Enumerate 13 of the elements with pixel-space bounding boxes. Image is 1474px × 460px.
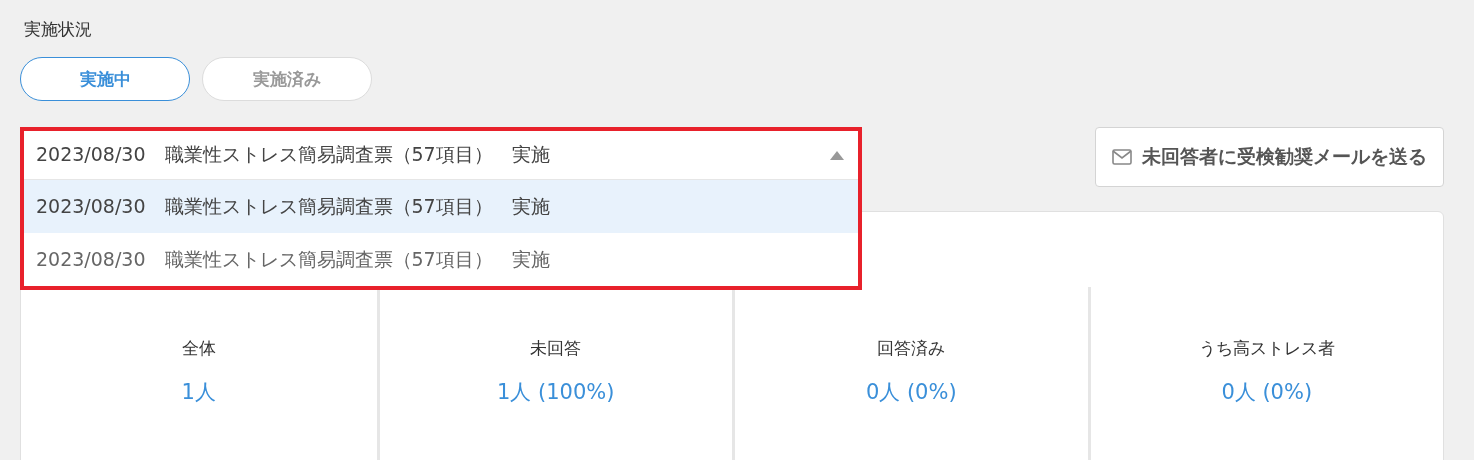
stat-label: うち高ストレス者: [1198, 337, 1335, 360]
stat-value: 1人: [181, 379, 216, 406]
caret-icon: [830, 150, 844, 160]
stat-label: 回答済み: [877, 337, 946, 360]
send-reminder-button[interactable]: 未回答者に受検勧奨メールを送る: [1095, 127, 1444, 187]
stat-value: 1人 (100%): [497, 379, 615, 406]
mail-icon: [1112, 149, 1132, 165]
survey-option[interactable]: 2023/08/30 職業性ストレス簡易調査票（57項目） 実施: [24, 180, 858, 233]
section-title: 実施状況: [24, 18, 93, 41]
stat-value: 0人 (0%): [865, 379, 957, 406]
stat-value: 0人 (0%): [1221, 379, 1313, 406]
stat-label: 未回答: [530, 337, 582, 360]
stat-label: 全体: [181, 337, 216, 360]
